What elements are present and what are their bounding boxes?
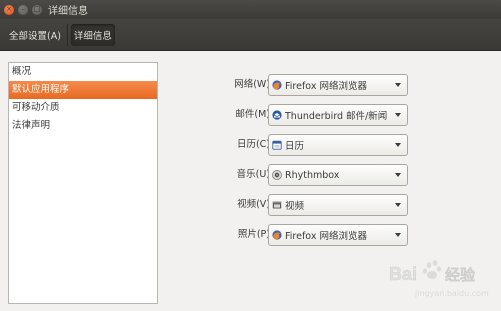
web-app-value: Firefox 网络浏览器 <box>285 81 367 92</box>
chevron-down-icon <box>395 143 401 147</box>
maximize-window-button[interactable]: □ <box>32 4 42 15</box>
details-sidebar: 概况 默认应用程序 可移动介质 法律声明 <box>8 62 158 304</box>
calendar-label: 日历(C) <box>236 139 270 150</box>
music-default-row: 音乐(U) Rhythmbox <box>215 164 415 186</box>
firefox-icon <box>272 230 282 240</box>
sidebar-item-legal-notice[interactable]: 法律声明 <box>9 117 157 135</box>
web-app-combobox[interactable]: Firefox 网络浏览器 <box>268 74 408 96</box>
mail-label: 邮件(M) <box>235 109 270 120</box>
photos-app-combobox[interactable]: Firefox 网络浏览器 <box>268 224 408 246</box>
svg-text:Bai: Bai <box>389 264 417 284</box>
svg-text:经验: 经验 <box>445 266 476 284</box>
chevron-down-icon <box>395 203 401 207</box>
video-default-row: 视频(V) 视频 <box>215 194 415 216</box>
music-app-value: Rhythmbox <box>285 169 340 181</box>
firefox-icon <box>272 80 282 90</box>
video-icon <box>272 201 282 209</box>
title-bar: × – □ 详细信息 <box>0 0 501 19</box>
chevron-down-icon <box>395 83 401 87</box>
toolbar-separator <box>66 23 68 46</box>
web-default-row: 网络(W) Firefox 网络浏览器 <box>215 74 415 96</box>
sidebar-item-default-applications[interactable]: 默认应用程序 <box>9 81 157 99</box>
close-window-button[interactable]: × <box>4 4 14 15</box>
photos-app-value: Firefox 网络浏览器 <box>285 231 367 242</box>
sidebar-item-overview[interactable]: 概况 <box>9 63 157 81</box>
svg-text:jingyan.baidu.com: jingyan.baidu.com <box>414 289 489 298</box>
rhythmbox-icon <box>272 170 282 180</box>
mail-app-value: Thunderbird 邮件/新闻 <box>285 111 388 122</box>
video-app-combobox[interactable]: 视频 <box>268 194 408 216</box>
photos-label: 照片(P) <box>237 229 270 240</box>
details-breadcrumb-button[interactable]: 详细信息 <box>70 23 115 46</box>
toolbar: 全部设置(A) 详细信息 <box>0 19 501 51</box>
all-settings-button[interactable]: 全部设置(A) <box>6 24 64 46</box>
sidebar-item-removable-media[interactable]: 可移动介质 <box>9 99 157 117</box>
calendar-icon <box>272 140 282 150</box>
mail-app-combobox[interactable]: Thunderbird 邮件/新闻 <box>268 104 408 126</box>
calendar-app-combobox[interactable]: 日历 <box>268 134 408 156</box>
baidu-jingyan-watermark: Bai 经验 jingyan.baidu.com <box>389 260 489 298</box>
music-label: 音乐(U) <box>236 169 270 180</box>
music-app-combobox[interactable]: Rhythmbox <box>268 164 408 186</box>
minimize-window-button[interactable]: – <box>18 4 28 15</box>
calendar-app-value: 日历 <box>285 141 305 152</box>
video-app-value: 视频 <box>285 201 305 212</box>
chevron-down-icon <box>395 173 401 177</box>
thunderbird-icon <box>272 110 282 120</box>
video-label: 视频(V) <box>237 199 270 210</box>
mail-default-row: 邮件(M) Thunderbird 邮件/新闻 <box>215 104 415 126</box>
chevron-down-icon <box>395 233 401 237</box>
photos-default-row: 照片(P) Firefox 网络浏览器 <box>215 224 415 246</box>
web-label: 网络(W) <box>234 79 270 90</box>
window-title: 详细信息 <box>48 6 88 17</box>
calendar-default-row: 日历(C) 日历 <box>215 134 415 156</box>
chevron-down-icon <box>395 113 401 117</box>
